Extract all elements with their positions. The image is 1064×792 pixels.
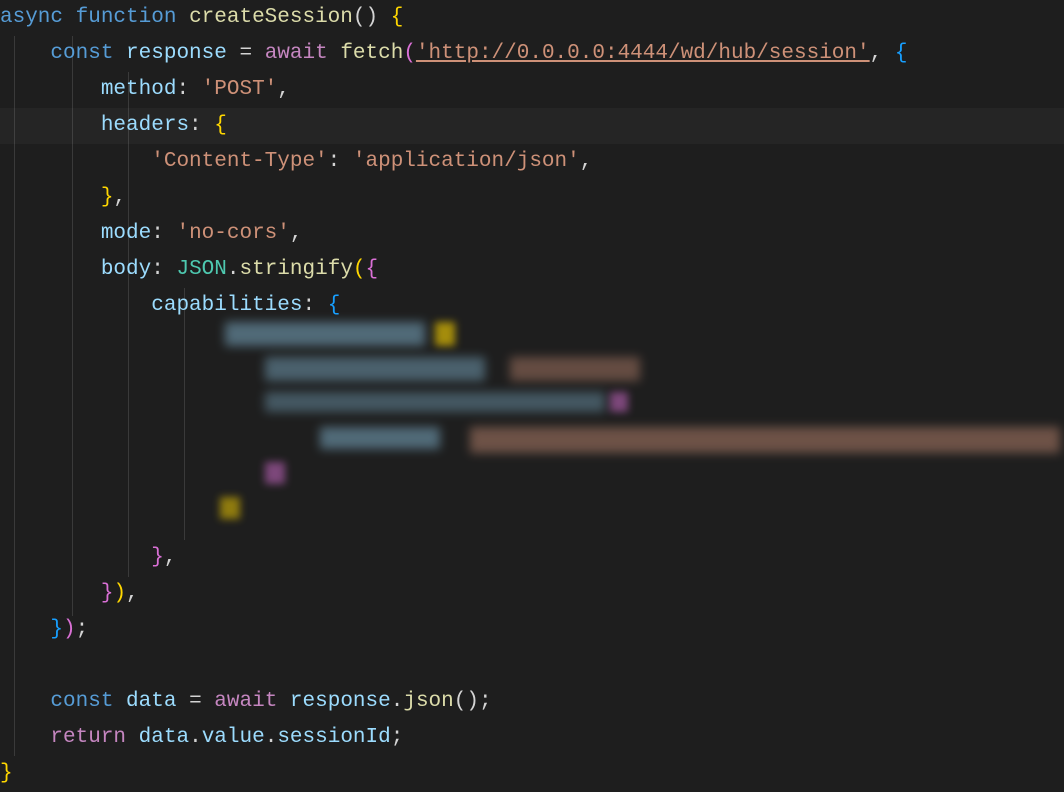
brace: } [0,756,13,792]
property: sessionId [277,720,390,756]
string: 'no-cors' [176,216,289,252]
variable: response [126,36,227,72]
code-line[interactable]: }, [0,540,1064,576]
code-editor[interactable]: async function createSession() { const r… [0,0,1064,792]
string: 'application/json' [353,144,580,180]
brace: { [378,0,403,36]
string-url: 'http://0.0.0.0:4444/wd/hub/session' [416,36,870,72]
brace: } [101,576,114,612]
code-line-active[interactable]: headers: { [0,108,1064,144]
brace: { [366,252,379,288]
keyword-const: const [50,684,113,720]
property: body [101,252,151,288]
property: headers [101,108,189,144]
code-line[interactable]: return data.value.sessionId; [0,720,1064,756]
property: value [202,720,265,756]
keyword-return: return [50,720,126,756]
function-name: createSession [189,0,353,36]
brace: } [101,180,114,216]
paren: ( [403,36,416,72]
brace: { [214,108,227,144]
code-line[interactable]: capabilities: { [0,288,1064,324]
method: stringify [240,252,353,288]
paren: ) [63,612,76,648]
code-line[interactable]: const data = await response.json(); [0,684,1064,720]
function-call: fetch [340,36,403,72]
brace: } [50,612,63,648]
code-line[interactable]: }, [0,180,1064,216]
code-line[interactable]: }); [0,612,1064,648]
string: 'POST' [202,72,278,108]
code-line[interactable]: async function createSession() { [0,0,1064,36]
keyword-async: async [0,0,63,36]
code-line[interactable]: const response = await fetch('http://0.0… [0,36,1064,72]
keyword-function: function [76,0,177,36]
code-line[interactable]: mode: 'no-cors', [0,216,1064,252]
brace: { [895,36,908,72]
code-line[interactable]: }), [0,576,1064,612]
variable: data [126,684,176,720]
parens: (); [454,684,492,720]
keyword-await: await [214,684,277,720]
property: method [101,72,177,108]
code-line[interactable]: method: 'POST', [0,72,1064,108]
property: capabilities [151,288,302,324]
variable: data [139,720,189,756]
brace: { [328,288,341,324]
variable: response [290,684,391,720]
method: json [403,684,453,720]
code-line[interactable]: body: JSON.stringify({ [0,252,1064,288]
keyword-await: await [265,36,328,72]
code-line-blank[interactable] [0,648,1064,684]
paren: ( [353,252,366,288]
code-line[interactable]: 'Content-Type': 'application/json', [0,144,1064,180]
keyword-const: const [50,36,113,72]
brace: } [151,540,164,576]
property: mode [101,216,151,252]
object-json: JSON [176,252,226,288]
code-line[interactable]: } [0,756,1064,792]
redacted-code-region [210,322,1060,522]
string-key: 'Content-Type' [151,144,327,180]
parens: () [353,0,378,36]
paren: ) [113,576,126,612]
